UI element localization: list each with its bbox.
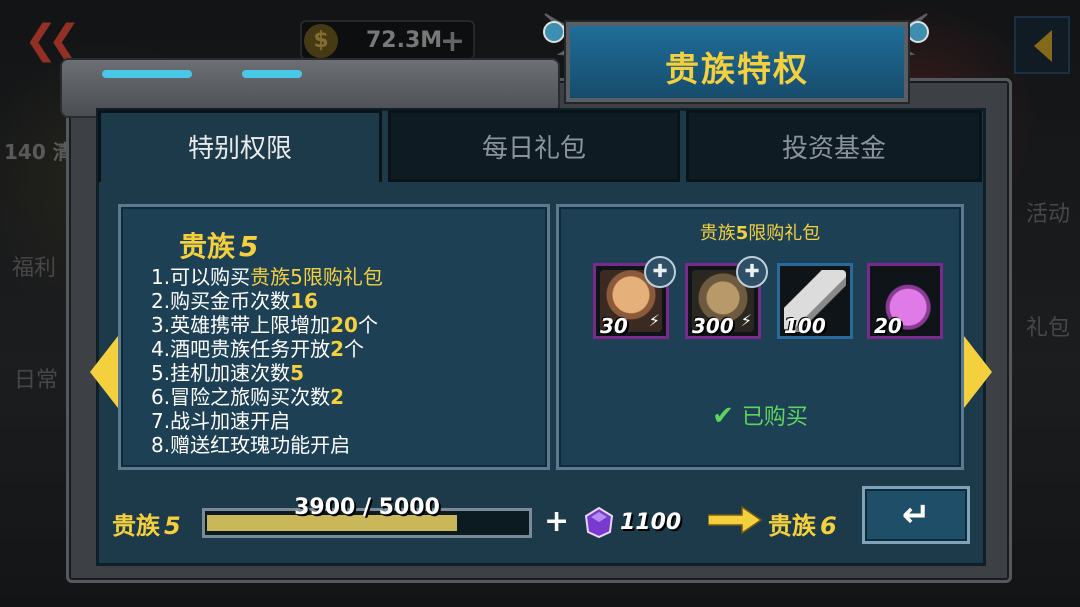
perk-text: 1.可以购买 bbox=[151, 265, 251, 289]
perk-highlight: 2 bbox=[330, 385, 345, 409]
perk-text: 2.购买金币次数 bbox=[151, 289, 291, 313]
title-plate: 贵族特权 bbox=[566, 22, 908, 102]
tab-special-privileges[interactable]: 特别权限 bbox=[98, 110, 382, 182]
puzzle-icon: ✚ bbox=[644, 256, 676, 288]
perk-item: 7.战斗加速开启 bbox=[151, 409, 383, 433]
progress-value: 3900 / 5000 bbox=[294, 495, 440, 520]
vip-level-heading: 贵族 5 bbox=[179, 225, 259, 265]
gift-item-hero-shard-1[interactable]: ✚ 30 ⚡ bbox=[593, 256, 676, 339]
perk-highlight: 5 bbox=[290, 361, 305, 385]
next-level-arrow[interactable] bbox=[964, 336, 992, 408]
next-vip-number: 6 bbox=[820, 512, 837, 540]
perk-highlight: 16 bbox=[290, 289, 318, 313]
perk-suffix: 个 bbox=[344, 337, 365, 361]
current-vip-label: 贵族 bbox=[112, 512, 160, 540]
perk-text: 3.英雄携带上限增加 bbox=[151, 313, 331, 337]
perk-text: 7.战斗加速开启 bbox=[151, 409, 291, 433]
plus-sign: + bbox=[544, 504, 570, 539]
return-arrow-icon: ↵ bbox=[901, 495, 931, 535]
item-quantity: 300 bbox=[692, 314, 734, 338]
gift-title-suffix: 限购礼包 bbox=[748, 223, 821, 244]
perk-highlight: 2 bbox=[330, 337, 345, 361]
privilege-list-panel[interactable]: 贵族 5 1.可以购买贵族5限购礼包 2.购买金币次数16 3.英雄携带上限增加20个… bbox=[118, 204, 550, 470]
previous-level-arrow[interactable] bbox=[90, 336, 118, 408]
perk-highlight: 20 bbox=[330, 313, 358, 337]
perk-list: 1.可以购买贵族5限购礼包 2.购买金币次数16 3.英雄携带上限增加20个 4.酒吧… bbox=[151, 265, 383, 457]
tab-daily-gift[interactable]: 每日礼包 bbox=[388, 110, 680, 182]
page-title: 贵族特权 bbox=[665, 50, 809, 90]
vip-heading-label: 贵族 bbox=[179, 230, 236, 263]
perk-highlight: 贵族5限购礼包 bbox=[250, 265, 383, 289]
puzzle-icon: ✚ bbox=[736, 256, 768, 288]
perk-item: 4.酒吧贵族任务开放2个 bbox=[151, 337, 383, 361]
gift-item-tube[interactable]: 100 bbox=[777, 263, 853, 339]
gift-title-level: 5 bbox=[735, 223, 749, 244]
gift-item-hero-shard-2[interactable]: ✚ 300 ⚡ bbox=[685, 256, 768, 339]
perk-item: 2.购买金币次数16 bbox=[151, 289, 383, 313]
tab-investment-fund[interactable]: 投资基金 bbox=[686, 110, 982, 182]
perk-item: 8.赠送红玫瑰功能开启 bbox=[151, 433, 383, 457]
purple-gem-icon bbox=[584, 506, 614, 538]
next-vip-label: 贵族 bbox=[768, 512, 816, 540]
gift-pack-panel: 贵族5限购礼包 ✚ 30 ⚡ ✚ 300 ⚡ 100 20 ✔ 已购买 bbox=[556, 204, 964, 470]
item-quantity: 20 bbox=[874, 314, 902, 338]
perk-text: 8.赠送红玫瑰功能开启 bbox=[151, 433, 351, 457]
checkmark-icon: ✔ bbox=[712, 401, 734, 431]
lightning-icon: ⚡ bbox=[648, 311, 660, 330]
gift-pack-title: 贵族5限购礼包 bbox=[559, 219, 961, 245]
item-quantity: 100 bbox=[784, 314, 826, 338]
perk-item: 5.挂机加速次数5 bbox=[151, 361, 383, 385]
perk-item: 1.可以购买贵族5限购礼包 bbox=[151, 265, 383, 289]
rail-light bbox=[102, 70, 192, 78]
perk-text: 4.酒吧贵族任务开放 bbox=[151, 337, 331, 361]
return-button[interactable]: ↵ bbox=[862, 486, 970, 544]
vip-progress-bar: 3900 / 5000 bbox=[202, 495, 532, 538]
lightning-icon: ⚡ bbox=[740, 311, 752, 330]
purchased-status: ✔ 已购买 bbox=[559, 399, 961, 431]
perk-item: 3.英雄携带上限增加20个 bbox=[151, 313, 383, 337]
gift-title-prefix: 贵族 bbox=[699, 223, 736, 244]
purchased-label: 已购买 bbox=[741, 405, 808, 430]
current-vip-level: 贵族 5 bbox=[112, 506, 181, 541]
perk-suffix: 个 bbox=[357, 313, 378, 337]
perk-text: 6.冒险之旅购买次数 bbox=[151, 385, 331, 409]
rail-light bbox=[242, 70, 302, 78]
perk-text: 5.挂机加速次数 bbox=[151, 361, 291, 385]
vip-heading-level: 5 bbox=[239, 230, 259, 263]
gift-item-potion[interactable]: 20 bbox=[867, 263, 943, 339]
arrow-right-icon bbox=[708, 506, 762, 534]
current-vip-number: 5 bbox=[164, 512, 181, 540]
perk-item: 6.冒险之旅购买次数2 bbox=[151, 385, 383, 409]
next-vip-level: 贵族 6 bbox=[768, 506, 837, 541]
gem-count: 1100 bbox=[620, 510, 682, 535]
item-quantity: 30 bbox=[600, 314, 628, 338]
